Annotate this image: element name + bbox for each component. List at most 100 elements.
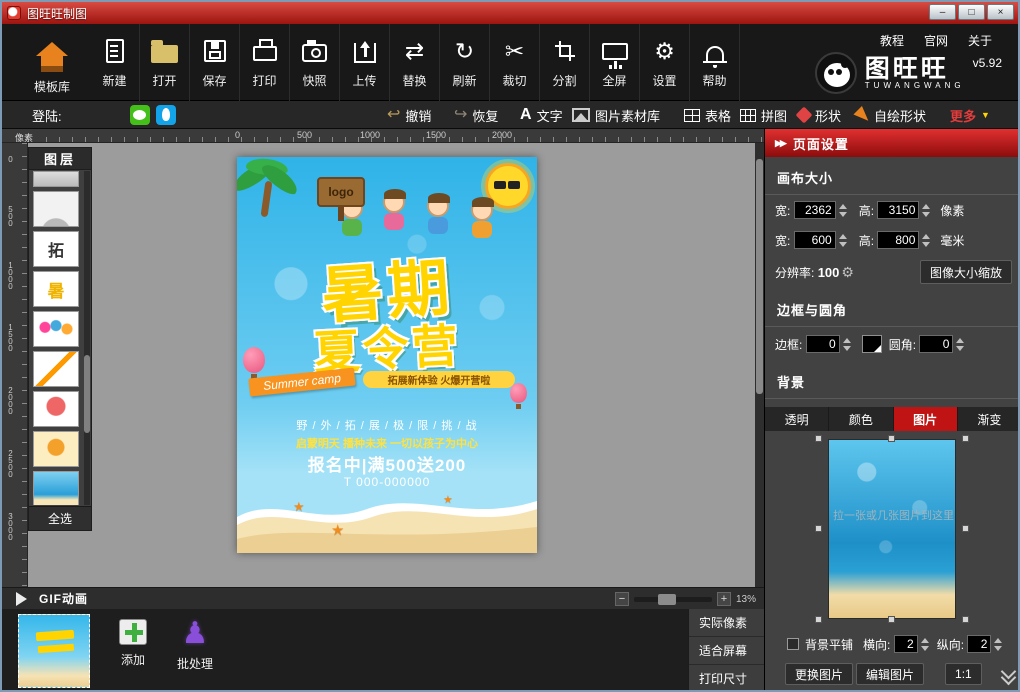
redo-button[interactable]: ↪恢复 [454,101,498,129]
resize-handle[interactable] [815,435,822,442]
fit-screen-option[interactable]: 适合屏幕 [689,637,764,665]
edit-image-button[interactable]: 编辑图片 [856,663,924,685]
tab-transparent[interactable]: 透明 [765,407,829,431]
tile-vertical-spinner[interactable] [992,634,1004,654]
save-button[interactable]: 保存 [190,24,240,101]
help-button[interactable]: 帮助 [690,24,740,101]
scrollbar-thumb[interactable] [756,159,763,394]
resize-handle[interactable] [815,525,822,532]
open-button[interactable]: 打开 [140,24,190,101]
qq-login-button[interactable] [156,101,176,129]
border-color-swatch[interactable] [862,335,882,353]
resize-handle[interactable] [815,616,822,623]
width-px-spinner[interactable] [837,200,849,220]
layer-thumbnail[interactable] [33,431,79,467]
split-button[interactable]: 分割 [540,24,590,101]
zoom-slider[interactable] [634,597,712,602]
tutorial-link[interactable]: 教程 [880,32,904,49]
image-scale-button[interactable]: 图像大小缩放 [920,260,1012,284]
radius-spinner[interactable] [954,334,966,354]
puzzle-tool-button[interactable]: 拼图 [740,101,787,129]
official-site-link[interactable]: 官网 [924,32,948,49]
tile-horizontal-input[interactable] [894,635,918,653]
more-button[interactable]: 更多▼ [950,101,990,129]
add-page-button[interactable]: 添加 [104,619,162,668]
resize-handle[interactable] [962,525,969,532]
actual-pixels-option[interactable]: 实际像素 [689,609,764,637]
settings-button[interactable]: ⚙设置 [640,24,690,101]
page-thumbnail[interactable] [18,614,90,688]
layer-thumbnail[interactable] [33,191,79,227]
width-mm-input[interactable] [794,231,836,249]
layer-thumbnail[interactable]: 拓 [33,231,79,267]
width-mm-spinner[interactable] [837,230,849,250]
layer-thumbnail[interactable] [33,311,79,347]
resize-handle[interactable] [888,435,895,442]
replace-button[interactable]: ⇄替换 [390,24,440,101]
height-mm-input[interactable] [877,231,919,249]
resolution-gear-icon[interactable]: ⚙ [841,264,854,281]
table-tool-button[interactable]: 表格 [684,101,731,129]
zoom-out-button[interactable]: − [615,592,629,606]
image-library-button[interactable]: 图片素材库 [572,101,660,129]
print-icon [253,46,277,61]
panda-logo-icon [815,52,857,94]
snapshot-button[interactable]: 快照 [290,24,340,101]
palm-tree-illustration [237,157,307,221]
maximize-button[interactable]: □ [958,4,985,20]
print-button[interactable]: 打印 [240,24,290,101]
undo-button[interactable]: ↩撤销 [387,101,431,129]
height-mm-spinner[interactable] [920,230,932,250]
layer-thumbnail[interactable] [33,471,79,505]
zoom-slider-handle[interactable] [658,594,676,605]
tab-image[interactable]: 图片 [894,407,958,431]
view-menu: 实际像素 适合屏幕 打印尺寸 [688,609,764,692]
corner-radius-input[interactable] [919,335,953,353]
text-tool-button[interactable]: A文字 [520,101,563,129]
play-icon[interactable] [16,592,27,606]
batch-process-button[interactable]: ♟ 批处理 [166,619,224,672]
change-image-button[interactable]: 更换图片 [785,663,853,685]
scrollbar-thumb[interactable] [84,355,90,433]
tab-color[interactable]: 颜色 [829,407,893,431]
resize-handle[interactable] [962,435,969,442]
canvas-scrollbar[interactable] [755,143,764,587]
print-size-option[interactable]: 打印尺寸 [689,665,764,692]
layer-thumbnail[interactable] [33,351,79,387]
ratio-button[interactable]: 1:1 [945,663,982,685]
minimize-button[interactable]: – [929,4,956,20]
layer-thumbnail[interactable]: 暑 [33,271,79,307]
border-width-input[interactable] [806,335,840,353]
tile-horizontal-spinner[interactable] [919,634,931,654]
tab-gradient[interactable]: 渐变 [958,407,1020,431]
shape-tool-button[interactable]: 形状 [798,101,841,129]
draw-shape-button[interactable]: 自绘形状 [857,101,926,129]
refresh-button[interactable]: ↻刷新 [440,24,490,101]
height-px-spinner[interactable] [920,200,932,220]
crop-button[interactable]: ✂裁切 [490,24,540,101]
new-file-button[interactable]: 新建 [90,24,140,101]
border-spinner[interactable] [841,334,853,354]
tile-vertical-input[interactable] [967,635,991,653]
close-button[interactable]: × [987,4,1014,20]
background-image-preview[interactable] [828,439,956,619]
fullscreen-button[interactable]: 全屏 [590,24,640,101]
height-px-input[interactable] [877,201,919,219]
resolution-row: 分辨率: 100 ⚙ 图像大小缩放 [765,255,1020,289]
resize-handle[interactable] [962,616,969,623]
poster-document[interactable]: logo 暑期 夏令营 Summer camp 拓展新体验 火爆开营啦 野 / … [237,157,537,553]
tile-checkbox[interactable] [787,638,799,650]
collapse-chevron-icon[interactable] [995,663,1020,685]
layer-thumbnail[interactable] [33,171,79,187]
zoom-in-button[interactable]: + [717,592,731,606]
wechat-login-button[interactable] [130,101,150,129]
about-link[interactable]: 关于 [968,32,992,49]
canvas-area[interactable]: logo 暑期 夏令营 Summer camp 拓展新体验 火爆开营啦 野 / … [28,143,764,587]
width-px-input[interactable] [794,201,836,219]
layers-scrollbar[interactable] [84,171,90,505]
select-all-button[interactable]: 全选 [29,506,91,530]
resize-handle[interactable] [888,616,895,623]
upload-button[interactable]: 上传 [340,24,390,101]
layer-thumbnail[interactable] [33,391,79,427]
template-library-button[interactable]: 模板库 [16,31,88,95]
